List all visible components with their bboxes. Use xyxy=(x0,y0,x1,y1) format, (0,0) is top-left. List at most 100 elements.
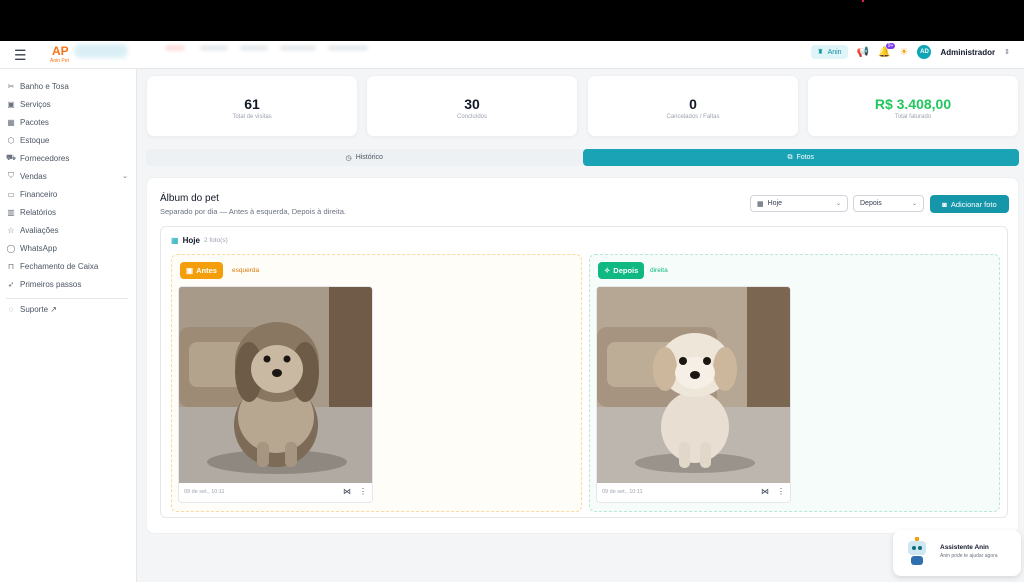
assistant-widget[interactable]: Assistente Anin Anin pode te ajudar agor… xyxy=(893,530,1021,576)
sidebar-item-primeiros-passos[interactable]: ➶ Primeiros passos xyxy=(6,277,128,291)
sidebar-item-label: Avaliações xyxy=(20,225,59,235)
whatsapp-icon: ◯ xyxy=(6,243,16,253)
sidebar-item-label: Relatórios xyxy=(20,207,57,217)
tab-fotos[interactable]: ⧉ Fotos xyxy=(582,149,1019,166)
type-filter-select[interactable]: Depois ⌄ xyxy=(853,195,924,212)
anin-chip-label: Anin xyxy=(827,48,842,56)
sidebar-item-fornecedores[interactable]: ⛟ Fornecedores xyxy=(6,151,128,165)
photo-card-depois[interactable]: 09 de set., 10:11 ⋈ ⋮ xyxy=(596,286,791,503)
sidebar-item-label: Fornecedores xyxy=(20,153,70,163)
sidebar-item-fechamento-de-caixa[interactable]: ⊓ Fechamento de Caixa xyxy=(6,259,128,273)
day-header: ▦ Hoje 2 foto(s) xyxy=(171,236,228,245)
blurred-nav xyxy=(328,45,368,51)
sidebar-item-label: Estoque xyxy=(20,135,50,145)
side-label: direita xyxy=(650,267,668,274)
share-icon[interactable]: ⋈ xyxy=(761,487,769,496)
image-icon: ▣ xyxy=(186,266,194,275)
sidebar-divider xyxy=(6,298,128,299)
sidebar-item-suporte[interactable]: ◌ Suporte ↗ xyxy=(6,302,128,316)
sidebar-item-financeiro[interactable]: ▭ Financeiro xyxy=(6,187,128,201)
blurred-nav xyxy=(165,45,185,51)
day-label: Hoje xyxy=(182,236,200,245)
sun-icon[interactable]: ☀ xyxy=(899,47,908,58)
sidebar-item-vendas[interactable]: ⛉ Vendas ⌄ xyxy=(6,169,128,183)
user-name[interactable]: Administrador xyxy=(940,48,995,57)
sidebar-item-label: WhatsApp xyxy=(20,243,57,253)
photo-card-antes[interactable]: 09 de set., 10:11 ⋈ ⋮ xyxy=(178,286,373,503)
menu-icon[interactable]: ☰ xyxy=(14,47,27,64)
tab-label: Histórico xyxy=(355,154,383,161)
add-photo-button[interactable]: ◙ Adicionar foto xyxy=(930,195,1009,213)
robot-mascot-icon xyxy=(908,537,926,565)
robot-icon: ♜ xyxy=(817,49,824,56)
star-icon: ☆ xyxy=(7,225,15,235)
blurred-element xyxy=(74,44,128,58)
tag-label: Depois xyxy=(613,266,639,275)
stat-card-cancelled: 0 Cancelados / Faltas xyxy=(587,75,799,137)
view-tabs: ◷ Histórico ⧉ Fotos xyxy=(146,149,1019,166)
dog-photo-after xyxy=(597,287,790,483)
more-vertical-icon[interactable]: ⋮ xyxy=(359,487,367,496)
album-panel: Álbum do pet Separado por dia — Antes à … xyxy=(146,177,1019,534)
help-circle-icon: ◌ xyxy=(8,304,14,314)
anin-chip[interactable]: ♜ Anin xyxy=(811,45,848,59)
notification-badge: 9+ xyxy=(885,42,896,49)
chevron-down-icon: ⌄ xyxy=(911,201,917,207)
stat-value: R$ 3.408,00 xyxy=(874,96,952,112)
cash-register-icon: ⊓ xyxy=(7,261,15,271)
page-title: Álbum do pet xyxy=(160,193,219,204)
sidebar-item-relatorios[interactable]: ▥ Relatórios xyxy=(6,205,128,219)
chevron-updown-icon[interactable]: ⇕ xyxy=(1004,48,1010,56)
select-value: Depois xyxy=(860,200,882,207)
logo-mark: AP xyxy=(52,44,69,58)
scissors-icon: ✂ xyxy=(7,81,15,91)
sidebar-item-estoque[interactable]: ⬡ Estoque xyxy=(6,133,128,147)
depois-tag: ✧ Depois xyxy=(598,262,645,279)
antes-tag: ▣ Antes xyxy=(180,262,223,279)
tab-historico[interactable]: ◷ Histórico xyxy=(146,149,583,166)
sidebar: ✂ Banho e Tosa ▣ Serviços ▦ Pacotes ⬡ Estoqu… xyxy=(0,69,137,582)
stat-card-visits: 61 Total de visitas xyxy=(146,75,358,137)
photo-footer: 09 de set., 10:11 ⋈ ⋮ xyxy=(597,481,790,502)
more-vertical-icon[interactable]: ⋮ xyxy=(777,487,785,496)
sidebar-item-label: Banho e Tosa xyxy=(20,81,69,91)
calendar-icon: ▦ xyxy=(7,117,15,127)
sidebar-item-banho-e-tosa[interactable]: ✂ Banho e Tosa xyxy=(6,79,128,93)
indicator-dot xyxy=(862,0,864,2)
app-header: ☰ AP Anin Pet ♜ Anin 📢 🔔 9+ ☀ AD Administr… xyxy=(0,41,1024,69)
cart-icon: ⛉ xyxy=(8,171,14,180)
sidebar-item-label: Serviços xyxy=(20,99,51,109)
megaphone-icon[interactable]: 📢 xyxy=(857,47,869,58)
sidebar-item-label: Financeiro xyxy=(20,189,58,199)
share-icon[interactable]: ⋈ xyxy=(343,487,351,496)
day-filter-select[interactable]: ▦ Hoje ⌄ xyxy=(750,195,848,212)
sidebar-item-avaliacoes[interactable]: ☆ Avaliações xyxy=(6,223,128,237)
blurred-nav xyxy=(280,45,316,51)
stat-card-revenue: R$ 3.408,00 Total faturado xyxy=(807,75,1019,137)
sidebar-item-pacotes[interactable]: ▦ Pacotes xyxy=(6,115,128,129)
photo-timestamp: 09 de set., 10:11 xyxy=(602,488,643,495)
stat-label: Cancelados / Faltas xyxy=(666,114,720,120)
bar-chart-icon: ▥ xyxy=(7,207,15,217)
avatar[interactable]: AD xyxy=(917,45,932,59)
antes-column: ▣ Antes esquerda 09 de set., 10:11 ⋈ ⋮ xyxy=(171,254,582,512)
images-icon: ⧉ xyxy=(787,153,793,161)
select-value: Hoje xyxy=(767,200,783,207)
document-icon: ▭ xyxy=(7,189,15,199)
sidebar-item-label: Pacotes xyxy=(20,117,49,127)
sidebar-item-servicos[interactable]: ▣ Serviços xyxy=(6,97,128,111)
app-logo[interactable]: AP Anin Pet xyxy=(48,44,72,66)
stat-label: Total de visitas xyxy=(232,114,272,120)
logo-subtitle: Anin Pet xyxy=(50,58,69,64)
stat-card-completed: 30 Concluídos xyxy=(366,75,578,137)
assistant-name: Assistente Anin xyxy=(940,544,989,551)
sidebar-item-label: Vendas xyxy=(20,171,47,181)
header-actions: ♜ Anin 📢 🔔 9+ ☀ AD Administrador ⇕ xyxy=(811,42,1010,59)
sidebar-item-whatsapp[interactable]: ◯ WhatsApp xyxy=(6,241,128,255)
bell-icon[interactable]: 🔔 9+ xyxy=(878,42,896,58)
stat-value: 0 xyxy=(689,96,697,112)
tag-label: Antes xyxy=(196,266,217,275)
chevron-down-icon: ⌄ xyxy=(835,201,841,207)
photo-timestamp: 09 de set., 10:11 xyxy=(184,488,225,495)
assistant-description: Anin pode te ajudar agora xyxy=(940,553,998,559)
